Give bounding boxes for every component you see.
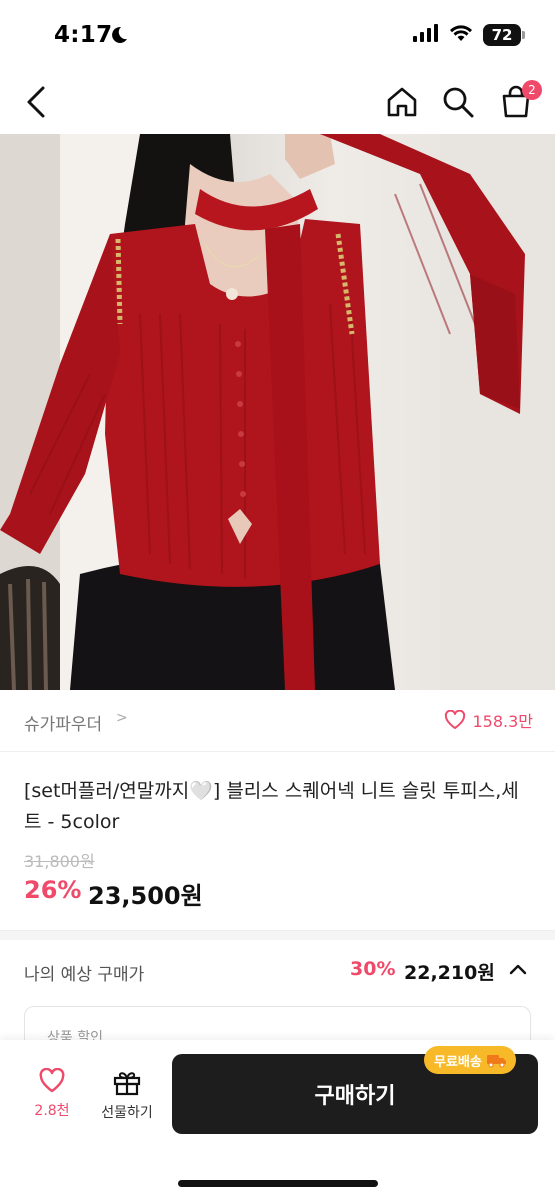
store-like-count: 158.3만 (472, 712, 533, 731)
expected-discount-rate: 30% (350, 958, 396, 980)
store-row: 슈가파우더 > 158.3만 (0, 690, 555, 752)
chevron-left-icon (27, 86, 45, 118)
product-image-gallery[interactable] (0, 134, 555, 690)
chevron-up-icon[interactable] (506, 958, 530, 982)
home-icon (387, 87, 417, 117)
search-icon (443, 87, 474, 118)
discount-rate: 26% (24, 876, 82, 904)
expected-price-label: 나의 예상 구매가 (24, 965, 145, 985)
home-button[interactable] (382, 82, 422, 122)
gift-button[interactable]: 선물하기 (92, 1068, 162, 1128)
buy-button-label: 구매하기 (314, 1084, 396, 1109)
wifi-icon (449, 24, 473, 46)
free-shipping-label: 무료배송 (434, 1054, 482, 1070)
back-button[interactable] (18, 82, 54, 122)
product-photo (0, 134, 555, 690)
battery-indicator: 72 (483, 24, 525, 46)
status-time: 4:17 (54, 22, 113, 48)
cart-button[interactable]: 2 (496, 80, 542, 122)
original-price: 31,800원 (24, 852, 95, 871)
gift-icon (113, 1072, 141, 1096)
free-shipping-badge: 무료배송 (424, 1046, 516, 1074)
chevron-right-icon: > (116, 710, 128, 726)
expected-price-row[interactable]: 나의 예상 구매가 30% 22,210원 (0, 940, 555, 1000)
store-like-button[interactable]: 158.3만 (444, 708, 533, 732)
wishlist-button[interactable]: 2.8천 (24, 1068, 80, 1128)
sale-price: 23,500원 (88, 882, 203, 910)
wishlist-count: 2.8천 (34, 1103, 70, 1119)
heart-icon (445, 710, 466, 729)
heart-icon (39, 1068, 65, 1093)
section-divider (0, 930, 555, 940)
signal-icon (413, 24, 439, 46)
status-bar: 4:17 72 (0, 0, 555, 70)
app-header: 2 (0, 70, 555, 134)
product-title: [set머플러/연말까지🤍] 블리스 스퀘어넥 니트 슬릿 투피스,세트 - 5… (24, 780, 519, 833)
truck-icon (486, 1055, 506, 1068)
store-name-link[interactable]: 슈가파우더 (24, 710, 102, 735)
moon-icon (110, 26, 128, 48)
status-indicators: 72 (413, 24, 525, 46)
home-indicator (178, 1180, 378, 1187)
bottom-action-bar: 2.8천 선물하기 구매하기 무료배송 (0, 1040, 555, 1200)
cart-count-badge: 2 (522, 80, 542, 100)
search-button[interactable] (438, 82, 478, 122)
gift-label: 선물하기 (101, 1105, 153, 1121)
expected-price-value: 22,210원 (404, 962, 495, 984)
